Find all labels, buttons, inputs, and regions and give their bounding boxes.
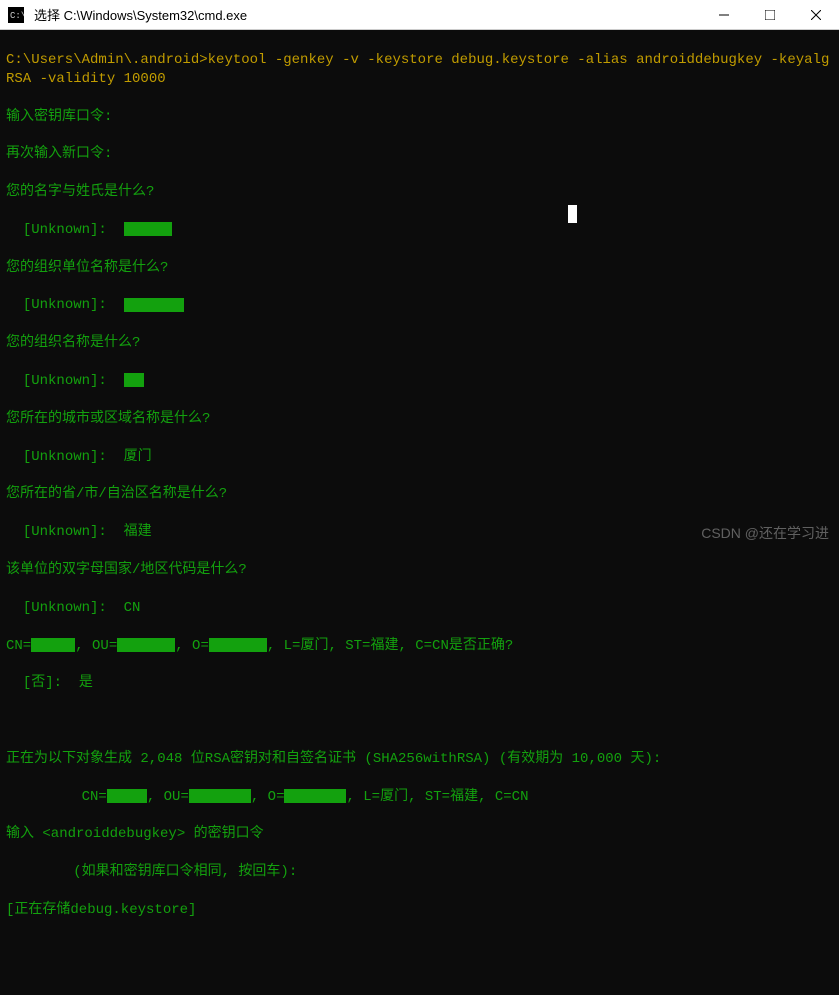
output-line: 您所在的省/市/自治区名称是什么? [6,485,833,504]
prompt-path: C:\Users\Admin\.android> [6,52,208,68]
window-title: 选择 C:\Windows\System32\cmd.exe [32,5,701,24]
svg-text:C:\: C:\ [10,11,24,21]
input-value: 厦门 [124,449,152,465]
watermark: CSDN @还在学习进 [701,524,829,543]
redacted-block [31,638,75,652]
terminal-output[interactable]: C:\Users\Admin\.android>keytool -genkey … [0,30,839,549]
confirm-line: , OU= [75,638,117,654]
confirm-line: , O= [175,638,209,654]
redacted-block [189,789,251,803]
window-controls [701,0,839,30]
unknown-prompt: [Unknown]: [6,222,124,238]
redacted-block [284,789,346,803]
dn-line: , O= [251,789,285,805]
unknown-prompt: [Unknown]: [6,449,124,465]
input-value: CN [124,600,141,616]
window-titlebar: C:\ 选择 C:\Windows\System32\cmd.exe [0,0,839,30]
output-line: 您所在的城市或区域名称是什么? [6,410,833,429]
input-value: 福建 [124,524,152,540]
yes-value: 是 [79,675,93,691]
maximize-button[interactable] [747,0,793,30]
output-line: 输入密钥库口令: [6,108,833,127]
dn-line: , OU= [147,789,189,805]
unknown-prompt: [Unknown]: [6,297,124,313]
redacted-block [209,638,267,652]
unknown-prompt: [Unknown]: [6,524,124,540]
redacted-block [124,222,172,236]
output-line: 您的组织单位名称是什么? [6,259,833,278]
redacted-block [124,298,184,312]
enter-pass-hint: (如果和密钥库口令相同, 按回车): [6,863,833,882]
minimize-button[interactable] [701,0,747,30]
output-line: 再次输入新口令: [6,145,833,164]
redacted-block [117,638,175,652]
close-button[interactable] [793,0,839,30]
dn-line: , L=厦门, ST=福建, C=CN [346,789,528,805]
unknown-prompt: [Unknown]: [6,600,124,616]
storing-line: [正在存储debug.keystore] [6,901,833,920]
generating-line: 正在为以下对象生成 2,048 位RSA密钥对和自签名证书 (SHA256wit… [6,750,833,769]
output-line: 该单位的双字母国家/地区代码是什么? [6,561,833,580]
redacted-block [124,373,144,387]
text-cursor [568,205,577,223]
redacted-block [107,789,147,803]
confirm-line: CN= [6,638,31,654]
confirm-line: , L=厦门, ST=福建, C=CN是否正确? [267,638,513,654]
enter-pass-line: 输入 <androiddebugkey> 的密钥口令 [6,825,833,844]
dn-line: CN= [6,789,107,805]
unknown-prompt: [Unknown]: [6,373,124,389]
no-prompt: [否]: [6,675,79,691]
cmd-icon: C:\ [6,5,26,25]
output-line: 您的组织名称是什么? [6,334,833,353]
output-line: 您的名字与姓氏是什么? [6,183,833,202]
